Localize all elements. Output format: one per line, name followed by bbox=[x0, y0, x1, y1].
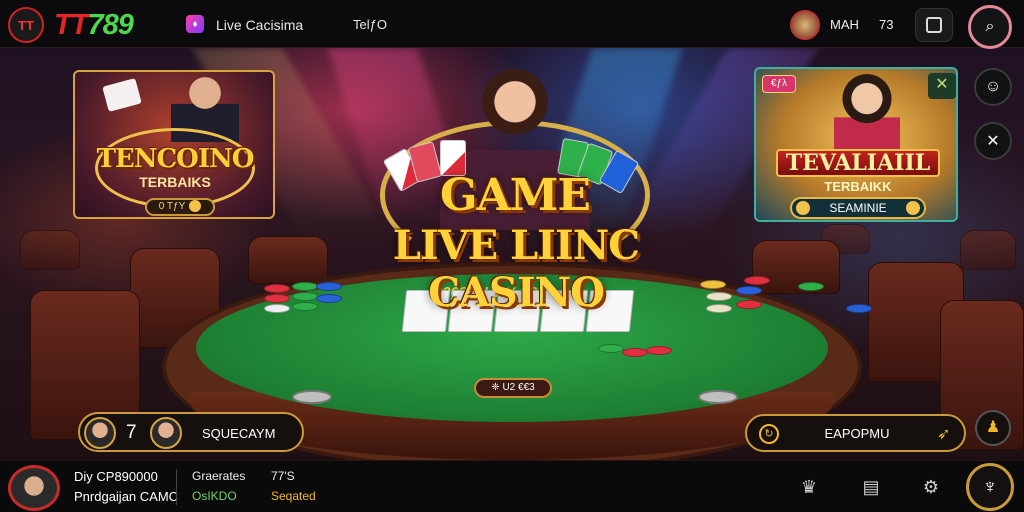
menu-icon: ♆ bbox=[982, 476, 998, 498]
user-avatar[interactable] bbox=[790, 10, 820, 40]
promo-right-button-label: SEAMINIE bbox=[829, 201, 887, 215]
chip bbox=[622, 348, 648, 357]
chip bbox=[798, 282, 824, 291]
chair bbox=[248, 236, 328, 284]
tools-icon: ✕ bbox=[986, 133, 1000, 150]
refresh-icon: ↻ bbox=[759, 424, 779, 444]
top-bar: TT TT789 ♦ Live Cacisima TelƒO MAH 73 ⌕ bbox=[0, 0, 1024, 49]
main-menu-button[interactable]: ♆ bbox=[966, 463, 1014, 511]
chip bbox=[646, 346, 672, 355]
tools-button[interactable]: ✕ bbox=[974, 122, 1012, 160]
user-value: 73 bbox=[879, 17, 894, 32]
chat-icon[interactable]: ▤ bbox=[858, 475, 884, 499]
account-text: Pnrdgaijan CAMC bbox=[74, 489, 179, 504]
balance-text: Diy CP890000 bbox=[74, 469, 158, 484]
promo-tag: €ƒλ bbox=[762, 75, 796, 93]
stat-label: Graerates bbox=[192, 469, 246, 483]
export-label: EAPOPMU bbox=[824, 426, 890, 441]
promo-left-subtitle: TERBAIKS bbox=[139, 174, 211, 190]
chip bbox=[264, 304, 290, 313]
cup-holder bbox=[698, 390, 738, 404]
stat-value: Seqated bbox=[271, 489, 316, 503]
gear-icon[interactable]: ⚙ bbox=[918, 475, 944, 499]
bet-button[interactable]: ❈ U2 €€3 bbox=[474, 378, 552, 398]
stat-value: OsIKDO bbox=[192, 489, 237, 503]
promo-left-button-label: 0 TƒY bbox=[158, 201, 186, 212]
user-name: MAH bbox=[830, 17, 859, 32]
nav-live-casino[interactable]: Live Cacisima bbox=[216, 17, 303, 33]
divider bbox=[176, 469, 177, 505]
promo-right-button[interactable]: SEAMINIE bbox=[790, 197, 926, 219]
person-icon: ☺ bbox=[984, 78, 1002, 95]
stat-label: 77'S bbox=[271, 469, 295, 483]
hero-title-line1: GAME bbox=[440, 170, 591, 221]
players-panel[interactable]: 7 SQUECAYM bbox=[78, 412, 304, 452]
coin-icon bbox=[189, 200, 202, 213]
players-label: SQUECAYM bbox=[202, 426, 276, 441]
dealer-portrait bbox=[472, 64, 558, 154]
chip bbox=[736, 286, 762, 295]
bottom-bar: Diy CP890000 Pnrdgaijan CAMC Graerates O… bbox=[0, 460, 1024, 512]
chip bbox=[292, 302, 318, 311]
profile-button[interactable]: ☺ bbox=[974, 68, 1012, 106]
arrow-icon: ➶ bbox=[937, 426, 951, 443]
chair bbox=[752, 240, 840, 294]
promo-card-right[interactable]: €ƒλ ✕ TEVALIAIIL TERBAIKK SEAMINIE bbox=[754, 67, 958, 222]
logo-tt: TT bbox=[54, 9, 88, 41]
chip bbox=[706, 292, 732, 301]
promo-right-subtitle: TERBAIKK bbox=[824, 179, 892, 194]
player-avatar[interactable] bbox=[84, 417, 116, 449]
casino-app: TT TT789 ♦ Live Cacisima TelƒO MAH 73 ⌕ … bbox=[0, 0, 1024, 512]
coin-icon bbox=[906, 201, 920, 215]
thumbs-up-button[interactable]: ♟ bbox=[975, 410, 1011, 446]
host-portrait bbox=[834, 73, 900, 153]
player-avatar[interactable] bbox=[150, 417, 182, 449]
chip bbox=[264, 294, 290, 303]
chip bbox=[292, 292, 318, 301]
promo-left-button[interactable]: 0 TƒY bbox=[145, 198, 215, 216]
export-button[interactable]: ↻ EAPOPMU ➶ bbox=[745, 414, 966, 452]
promo-left-title: TENCOINO bbox=[96, 144, 255, 174]
fullscreen-button[interactable] bbox=[915, 8, 953, 42]
chair bbox=[960, 230, 1016, 270]
chip bbox=[598, 344, 624, 353]
player-count: 7 bbox=[126, 422, 137, 443]
chip bbox=[264, 284, 290, 293]
coin-icon bbox=[796, 201, 810, 215]
profile-avatar[interactable] bbox=[8, 465, 60, 511]
chip bbox=[744, 276, 770, 285]
hero-title-line2: LIVE LIINC CASINO bbox=[392, 222, 640, 316]
cup-holder bbox=[292, 390, 332, 404]
nav-other-link[interactable]: TelƒO bbox=[353, 17, 387, 32]
chip bbox=[292, 282, 318, 291]
live-casino-icon[interactable]: ♦ bbox=[186, 15, 204, 33]
logo-icon[interactable]: TT bbox=[8, 7, 44, 43]
logo-number: 789 bbox=[87, 9, 133, 41]
promo-card-left[interactable]: TENCOINO TERBAIKS 0 TƒY bbox=[73, 70, 275, 219]
cards-icon bbox=[102, 78, 142, 112]
chip bbox=[700, 280, 726, 289]
chip bbox=[736, 300, 762, 309]
trophy-icon[interactable]: ♛ bbox=[796, 475, 822, 499]
thumbs-up-icon: ♟ bbox=[985, 419, 1001, 436]
frame-icon bbox=[926, 17, 942, 33]
logo-text[interactable]: TT789 bbox=[54, 9, 134, 42]
chair bbox=[20, 230, 80, 270]
search-button[interactable]: ⌕ bbox=[968, 5, 1012, 49]
search-icon: ⌕ bbox=[985, 18, 995, 35]
chip bbox=[706, 304, 732, 313]
promo-right-title: TEVALIAIIL bbox=[776, 149, 940, 177]
chip bbox=[846, 304, 872, 313]
close-icon[interactable]: ✕ bbox=[928, 73, 956, 99]
